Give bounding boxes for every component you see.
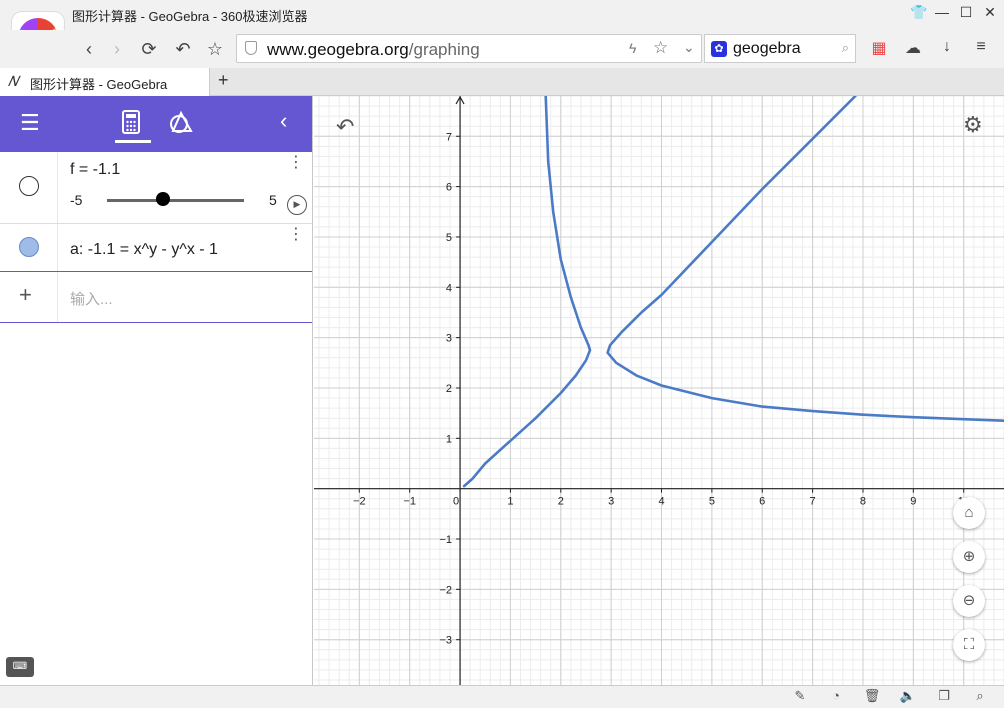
algebra-input-row[interactable]: + 输入... <box>0 272 312 323</box>
x-tick-label: 1 <box>507 496 513 508</box>
menu-icon[interactable]: ≡ <box>970 38 992 58</box>
plus-icon[interactable]: + <box>19 282 32 308</box>
speed-icon[interactable]: ◔ <box>826 688 846 704</box>
baidu-paw-icon: ✿ <box>711 41 727 57</box>
tab-title: 图形计算器 - GeoGebra <box>30 77 168 92</box>
algebra-row-equation[interactable]: a: -1.1 = x^y - y^x - 1 ⋮ <box>0 224 312 272</box>
y-tick-label: −2 <box>440 584 453 596</box>
y-tick-label: 4 <box>446 282 452 294</box>
back-icon[interactable]: ‹ <box>76 36 102 62</box>
x-tick-label: 5 <box>709 496 715 508</box>
equation-expression[interactable]: a: -1.1 = x^y - y^x - 1 <box>70 241 218 259</box>
keyboard-icon[interactable]: ⌨ <box>6 657 34 677</box>
zoom-in-icon[interactable]: ⊕ <box>953 541 985 573</box>
y-tick-label: 7 <box>446 131 452 143</box>
calculator-icon[interactable] <box>120 110 142 134</box>
volume-icon[interactable]: 🔈 <box>898 688 918 704</box>
visibility-toggle[interactable] <box>19 237 39 257</box>
window-controls: 👕 — ☐ ✕ <box>910 4 998 21</box>
title-bar: 图形计算器 - GeoGebra - 360极速浏览器 👕 — ☐ ✕ <box>0 0 1004 30</box>
home-icon[interactable]: ⌂ <box>953 497 985 529</box>
slider-min: -5 <box>70 192 83 208</box>
tab-geogebra[interactable]: 𝑁 图形计算器 - GeoGebra <box>0 68 210 96</box>
y-tick-label: −1 <box>440 534 453 546</box>
algebra-input[interactable]: 输入... <box>70 288 113 309</box>
status-bar: ✎ ◔ 🗑 🔈 ❐ ⌕ <box>0 685 1004 708</box>
y-tick-label: 2 <box>446 383 452 395</box>
search-box[interactable]: ✿ geogebra ⌕ <box>704 34 856 63</box>
x-tick-label: 2 <box>558 496 564 508</box>
download-icon[interactable]: ↓ <box>936 38 958 58</box>
window-icon[interactable]: ❐ <box>934 688 954 704</box>
x-tick-label: 0 <box>453 496 459 508</box>
graph-background <box>314 96 1004 685</box>
x-tick-label: −1 <box>403 496 416 508</box>
x-tick-label: −2 <box>353 496 366 508</box>
x-tick-label: 3 <box>608 496 614 508</box>
undo-icon[interactable]: ↶ <box>336 114 354 140</box>
collapse-panel-icon[interactable]: ‹ <box>280 108 287 134</box>
more-options-icon[interactable]: ⋮ <box>288 227 304 243</box>
settings-gear-icon[interactable]: ⚙ <box>963 112 983 138</box>
x-tick-label: 7 <box>810 496 816 508</box>
close-icon[interactable]: ✕ <box>982 4 998 21</box>
y-tick-label: 6 <box>446 182 452 194</box>
y-tick-label: 3 <box>446 333 452 345</box>
bookmark-star-icon[interactable]: ☆ <box>202 36 228 62</box>
hamburger-menu-icon[interactable]: ☰ <box>20 110 40 136</box>
address-bar[interactable]: www.geogebra.org/graphing ϟ ☆ ⌄ <box>236 34 702 63</box>
x-tick-label: 8 <box>860 496 866 508</box>
algebra-header: ☰ ‹ <box>0 96 312 152</box>
geogebra-favicon-icon: 𝑁 <box>8 73 19 89</box>
minimize-icon[interactable]: — <box>934 4 950 21</box>
trash-icon[interactable]: 🗑 <box>862 688 882 704</box>
maximize-icon[interactable]: ☐ <box>958 4 974 21</box>
cloud-icon[interactable]: ☁ <box>902 38 924 58</box>
toolbar-icons: ▦ ☁ ↓ ≡ <box>868 38 992 58</box>
algebra-row-slider[interactable]: f = -1.1 ⋮ -5 5 ▶ <box>0 152 312 224</box>
tools-shapes-icon[interactable] <box>168 110 194 134</box>
search-icon[interactable]: ⌕ <box>842 40 849 56</box>
chevron-down-icon[interactable]: ⌄ <box>683 39 695 56</box>
zoom-out-icon[interactable]: ⊖ <box>953 585 985 617</box>
algebra-view: ☰ ‹ f = -1.1 ⋮ -5 5 ▶ a: -1.1 = x^y - y^ <box>0 96 313 685</box>
zoom-icon[interactable]: ⌕ <box>970 688 990 704</box>
reload-icon[interactable]: ⟳ <box>136 36 162 62</box>
shield-icon <box>245 41 257 55</box>
fullscreen-icon[interactable]: ⛶ <box>953 629 985 661</box>
url-text: www.geogebra.org/graphing <box>267 40 480 59</box>
x-tick-label: 4 <box>658 496 664 508</box>
forward-icon[interactable]: › <box>104 36 130 62</box>
lightning-icon[interactable]: ϟ <box>629 40 636 56</box>
more-options-icon[interactable]: ⋮ <box>288 155 304 171</box>
new-tab-button[interactable]: + <box>218 70 229 91</box>
play-icon[interactable]: ▶ <box>287 195 307 215</box>
window-title: 图形计算器 - GeoGebra - 360极速浏览器 <box>72 9 308 24</box>
slider-max: 5 <box>269 192 277 208</box>
star-icon[interactable]: ☆ <box>653 38 668 58</box>
search-input[interactable]: geogebra <box>733 40 801 58</box>
pin-icon[interactable]: ✎ <box>790 688 810 704</box>
y-tick-label: 1 <box>446 433 452 445</box>
x-tick-label: 9 <box>910 496 916 508</box>
graphics-view[interactable]: −2−1012345678910−3−2−11234567 <box>314 96 1004 685</box>
slider-expression[interactable]: f = -1.1 <box>70 161 120 179</box>
active-tab-indicator <box>115 140 151 143</box>
y-tick-label: −3 <box>440 635 453 647</box>
apps-grid-icon[interactable]: ▦ <box>868 38 890 58</box>
slider-knob[interactable] <box>156 192 170 206</box>
x-tick-label: 6 <box>759 496 765 508</box>
slider-track[interactable] <box>107 199 244 202</box>
shirt-icon[interactable]: 👕 <box>910 4 927 21</box>
visibility-toggle[interactable] <box>19 176 39 196</box>
y-tick-label: 5 <box>446 232 452 244</box>
undo-close-icon[interactable]: ↶ <box>170 36 196 62</box>
navigation-bar: ‹ › ⟳ ↶ ☆ www.geogebra.org/graphing ϟ ☆ … <box>0 30 1004 68</box>
tab-bar: 𝑁 图形计算器 - GeoGebra + <box>0 68 1004 96</box>
